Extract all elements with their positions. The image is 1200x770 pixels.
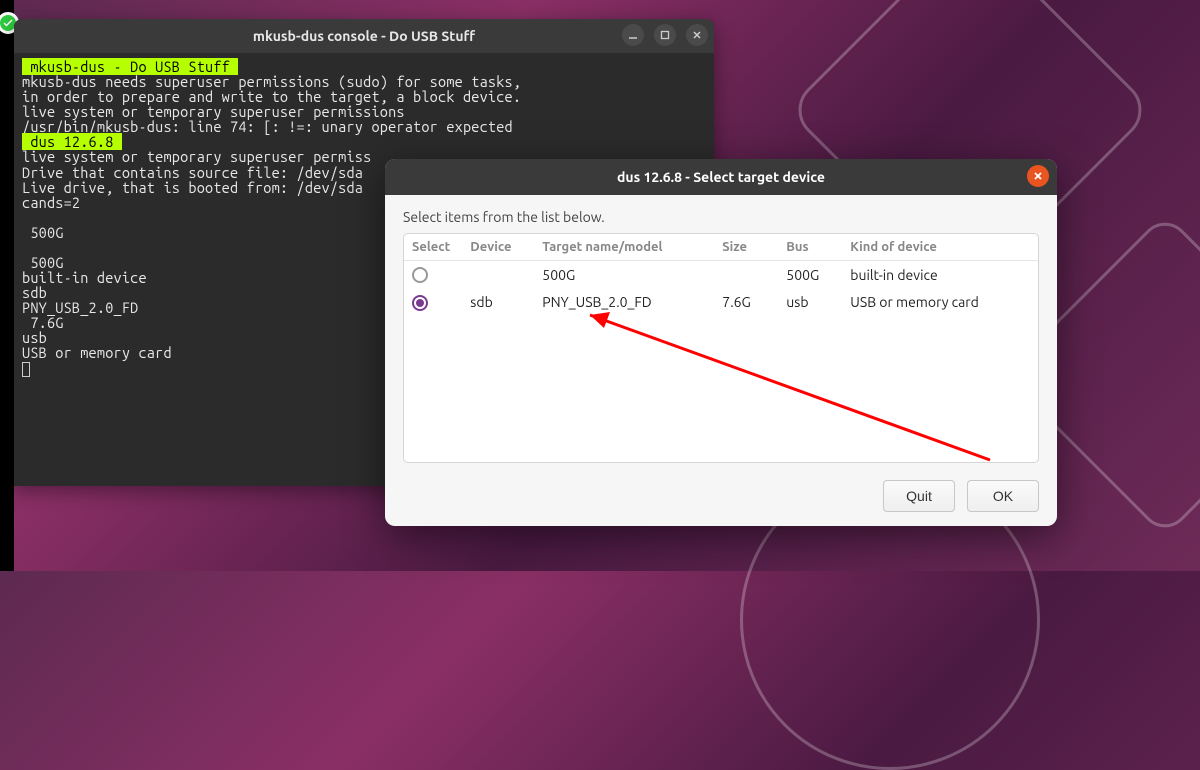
col-select: Select <box>404 234 462 261</box>
device-list[interactable]: Select Device Target name/model Size Bus… <box>403 233 1039 463</box>
dialog-title: dus 12.6.8 - Select target device <box>617 169 825 185</box>
dialog-instruction: Select items from the list below. <box>403 209 1039 225</box>
quit-button[interactable]: Quit <box>883 480 955 512</box>
device-row-size <box>714 261 778 289</box>
dialog-close-button[interactable] <box>1027 165 1049 187</box>
terminal-line: cands=2 <box>22 194 80 211</box>
maximize-button[interactable] <box>654 24 676 46</box>
ok-button[interactable]: OK <box>967 480 1039 512</box>
minimize-button[interactable] <box>622 24 644 46</box>
terminal-title: mkusb-dus console - Do USB Stuff <box>253 28 475 44</box>
device-row-radio[interactable] <box>404 261 462 289</box>
terminal-cursor <box>22 362 30 377</box>
col-size: Size <box>714 234 778 261</box>
device-row-bus: usb <box>778 288 842 315</box>
close-button[interactable] <box>686 24 708 46</box>
device-row-device <box>462 261 534 289</box>
device-row[interactable]: 500G 500G built-in device <box>404 261 1038 289</box>
device-row-bus: 500G <box>778 261 842 289</box>
device-row-target: 500G <box>534 261 714 289</box>
col-bus: Bus <box>778 234 842 261</box>
terminal-titlebar[interactable]: mkusb-dus console - Do USB Stuff <box>14 19 714 53</box>
device-row-kind: built-in device <box>842 261 1038 289</box>
col-target: Target name/model <box>534 234 714 261</box>
dialog-titlebar[interactable]: dus 12.6.8 - Select target device <box>385 159 1057 195</box>
device-row-kind: USB or memory card <box>842 288 1038 315</box>
dock-edge <box>0 0 14 571</box>
col-device: Device <box>462 234 534 261</box>
device-list-header: Select Device Target name/model Size Bus… <box>404 234 1038 261</box>
terminal-line: 500G <box>22 224 64 241</box>
device-row-size: 7.6G <box>714 288 778 315</box>
device-row-radio[interactable] <box>404 288 462 315</box>
terminal-line: USB or memory card <box>22 344 172 361</box>
device-row-target: PNY_USB_2.0_FD <box>534 288 714 315</box>
select-target-dialog: dus 12.6.8 - Select target device Select… <box>385 159 1057 526</box>
col-kind: Kind of device <box>842 234 1038 261</box>
device-row-device: sdb <box>462 288 534 315</box>
device-row[interactable]: sdb PNY_USB_2.0_FD 7.6G usb USB or memor… <box>404 288 1038 315</box>
